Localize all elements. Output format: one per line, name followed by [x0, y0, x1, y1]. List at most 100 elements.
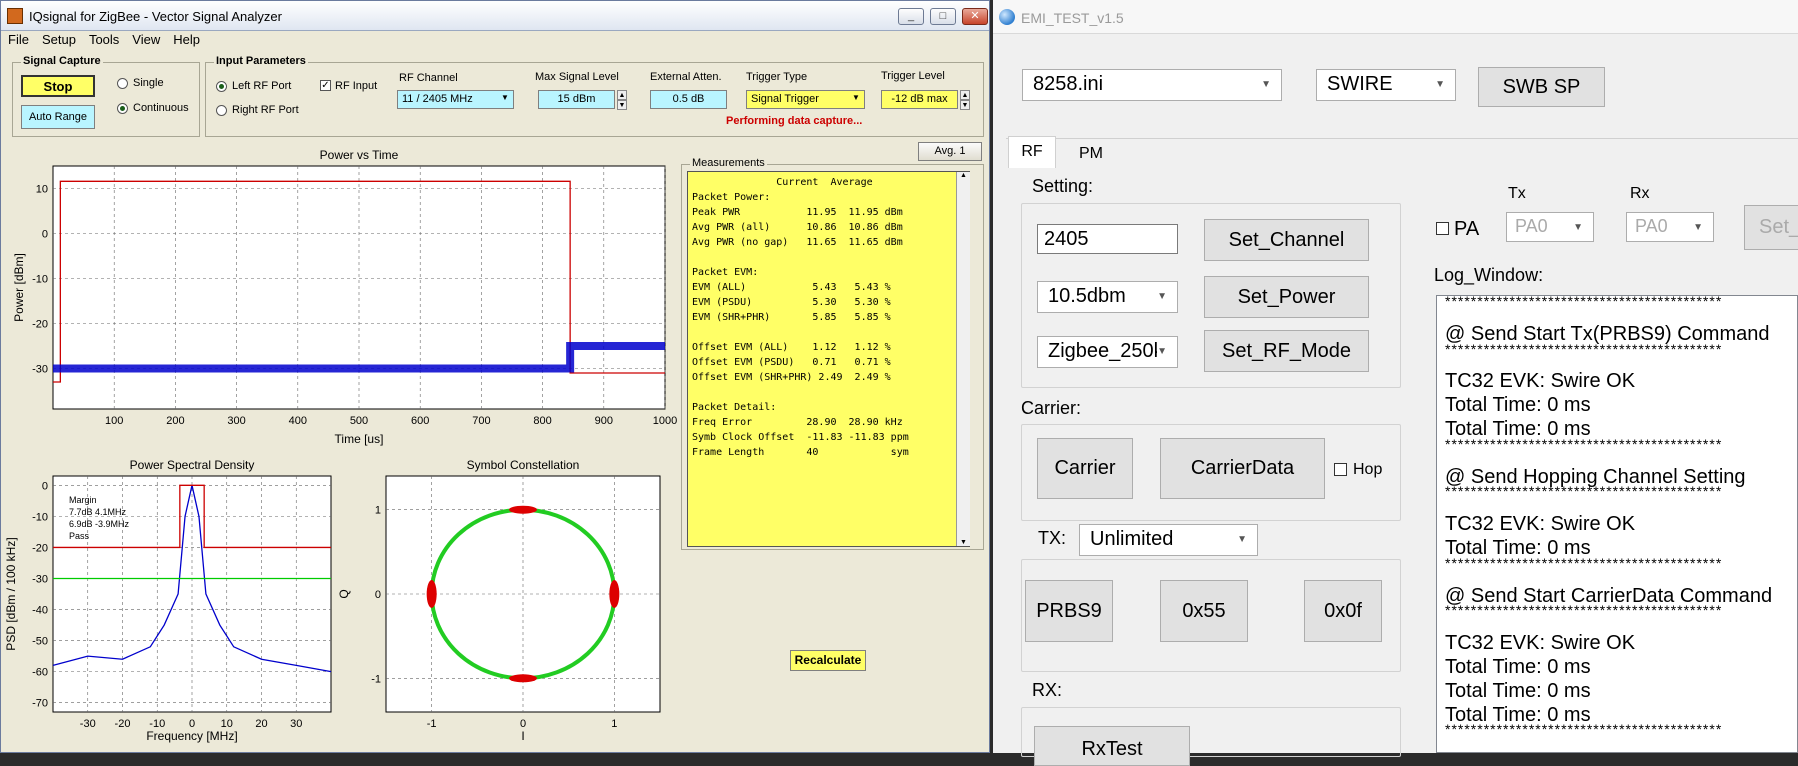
spin-up-icon[interactable]: ▲	[617, 90, 627, 100]
tab-rf[interactable]: RF	[1008, 136, 1056, 168]
carrierdata-button[interactable]: CarrierData	[1160, 438, 1325, 499]
rf-input-checkbox[interactable]: ✓	[320, 80, 331, 91]
log-separator: ****************************************…	[1445, 602, 1723, 619]
power-select[interactable]: 10.5dbm ▼	[1037, 281, 1178, 313]
swb-sp-button[interactable]: SWB SP	[1478, 67, 1605, 107]
log-line: Total Time: 0 ms	[1445, 656, 1591, 678]
minimize-button[interactable]: _	[898, 8, 924, 25]
right-rf-port-label: Right RF Port	[232, 104, 299, 116]
trigger-type-select[interactable]: Signal Trigger ▼	[746, 90, 865, 109]
x-tick-label: 0	[189, 718, 195, 730]
tx-mode-select[interactable]: Unlimited ▼	[1079, 524, 1258, 556]
avg-button[interactable]: Avg. 1	[918, 142, 982, 161]
rf-mode-select[interactable]: Zigbee_250k ▼	[1037, 336, 1178, 368]
single-radio[interactable]	[117, 78, 128, 89]
max-signal-field[interactable]: 15 dBm	[538, 90, 615, 109]
capture-status: Performing data capture...	[726, 115, 863, 127]
set-pa-button[interactable]: Set_	[1744, 205, 1798, 250]
power-value: 10.5dbm	[1048, 285, 1126, 307]
x-tick-label: 30	[290, 718, 302, 730]
left-rf-port-radio[interactable]	[216, 81, 227, 92]
channel-input[interactable]: 2405	[1037, 224, 1178, 254]
annotation-text: 6.9dB -3.9MHz	[69, 519, 130, 529]
pa-tx-select[interactable]: PA0 ▼	[1506, 212, 1594, 242]
interface-select[interactable]: SWIRE ▼	[1316, 69, 1456, 101]
right-rf-port-radio[interactable]	[216, 105, 227, 116]
log-window[interactable]: ****************************************…	[1436, 295, 1798, 753]
x-tick-label: 200	[166, 415, 184, 427]
y-tick-label: 10	[36, 184, 48, 196]
prbs9-button[interactable]: PRBS9	[1025, 580, 1113, 642]
x-tick-label: 500	[350, 415, 368, 427]
emi-window-title: EMI_TEST_v1.5	[1021, 10, 1124, 26]
tab-pm[interactable]: PM	[1066, 141, 1116, 167]
menu-file[interactable]: File	[1, 31, 35, 47]
close-button[interactable]: ✕	[962, 8, 988, 25]
emi-title-bar: EMI_TEST_v1.5	[993, 0, 1798, 34]
auto-range-button[interactable]: Auto Range	[21, 105, 95, 129]
y-tick-label: -20	[32, 542, 48, 554]
ini-file-select[interactable]: 8258.ini ▼	[1022, 69, 1282, 101]
chart-title: Power vs Time	[320, 148, 399, 162]
ext-atten-field[interactable]: 0.5 dB	[650, 90, 727, 109]
rxtest-button[interactable]: RxTest	[1034, 726, 1190, 766]
chevron-down-icon: ▼	[1435, 79, 1445, 90]
y-tick-label: -30	[32, 573, 48, 585]
pa-checkbox[interactable]	[1436, 222, 1449, 235]
chart-title: Power Spectral Density	[130, 458, 255, 472]
y-tick-label: -60	[32, 667, 48, 679]
hop-label: Hop	[1353, 461, 1383, 478]
scroll-up-icon[interactable]: ▲	[957, 172, 970, 179]
ext-atten-label: External Atten.	[650, 71, 722, 83]
trigger-level-field[interactable]: -12 dB max	[881, 90, 958, 109]
pa-rx-select[interactable]: PA0 ▼	[1626, 212, 1714, 242]
spin-down-icon[interactable]: ▼	[960, 100, 970, 110]
chevron-down-icon: ▼	[501, 93, 509, 102]
y-tick-label: 1	[375, 505, 381, 517]
charts-area: Power vs TimeTime [us]Power [dBm]100 200 3…	[4, 148, 677, 743]
y-tick-label: -50	[32, 636, 48, 648]
menu-bar: File Setup Tools View Help	[1, 31, 989, 51]
log-line: TC32 EVK: Swire OK	[1445, 513, 1636, 536]
rf-channel-select[interactable]: 11 / 2405 MHz ▼	[397, 90, 514, 109]
x-tick-label: 900	[595, 415, 613, 427]
log-line: Total Time: 0 ms	[1445, 394, 1591, 417]
continuous-label: Continuous	[133, 102, 189, 114]
spin-down-icon[interactable]: ▼	[617, 100, 627, 110]
pa-label: PA	[1454, 218, 1480, 240]
hop-checkbox[interactable]	[1334, 463, 1347, 476]
menu-help[interactable]: Help	[166, 31, 206, 47]
set-power-button[interactable]: Set_Power	[1204, 276, 1369, 318]
continuous-radio[interactable]	[117, 103, 128, 114]
measurements-scrollbar[interactable]: ▲ ▼	[956, 172, 970, 546]
set-channel-button[interactable]: Set_Channel	[1204, 219, 1369, 261]
single-label: Single	[133, 77, 164, 89]
log-line: Total Time: 0 ms	[1445, 679, 1591, 702]
0x0f-button[interactable]: 0x0f	[1304, 580, 1382, 642]
chevron-down-icon: ▼	[852, 93, 860, 102]
log-separator: ****************************************…	[1445, 721, 1723, 738]
set-rf-mode-button[interactable]: Set_RF_Mode	[1204, 330, 1369, 372]
0x55-button[interactable]: 0x55	[1160, 580, 1248, 642]
carrier-label: Carrier:	[1021, 398, 1082, 418]
x-tick-label: 1	[611, 718, 617, 730]
input-parameters-title: Input Parameters	[214, 55, 308, 67]
chevron-down-icon: ▼	[1157, 291, 1167, 302]
interface-value: SWIRE	[1327, 73, 1393, 95]
chevron-down-icon: ▼	[1261, 79, 1271, 90]
rx-column-label: Rx	[1630, 185, 1650, 202]
menu-view[interactable]: View	[125, 31, 166, 47]
stop-button[interactable]: Stop	[21, 75, 95, 97]
scroll-down-icon[interactable]: ▼	[957, 539, 970, 546]
maximize-button[interactable]: □	[930, 8, 956, 25]
menu-setup[interactable]: Setup	[35, 31, 82, 47]
max-signal-label: Max Signal Level	[535, 71, 619, 83]
log-line: TC32 EVK: Swire OK	[1445, 632, 1636, 655]
recalculate-button[interactable]: Recalculate	[790, 650, 866, 671]
y-axis-label: Power [dBm]	[12, 253, 26, 322]
menu-tools[interactable]: Tools	[82, 31, 125, 47]
rf-input-label: RF Input	[335, 80, 378, 92]
carrier-button[interactable]: Carrier	[1037, 438, 1133, 499]
y-tick-label: 0	[42, 229, 48, 241]
spin-up-icon[interactable]: ▲	[960, 90, 970, 100]
